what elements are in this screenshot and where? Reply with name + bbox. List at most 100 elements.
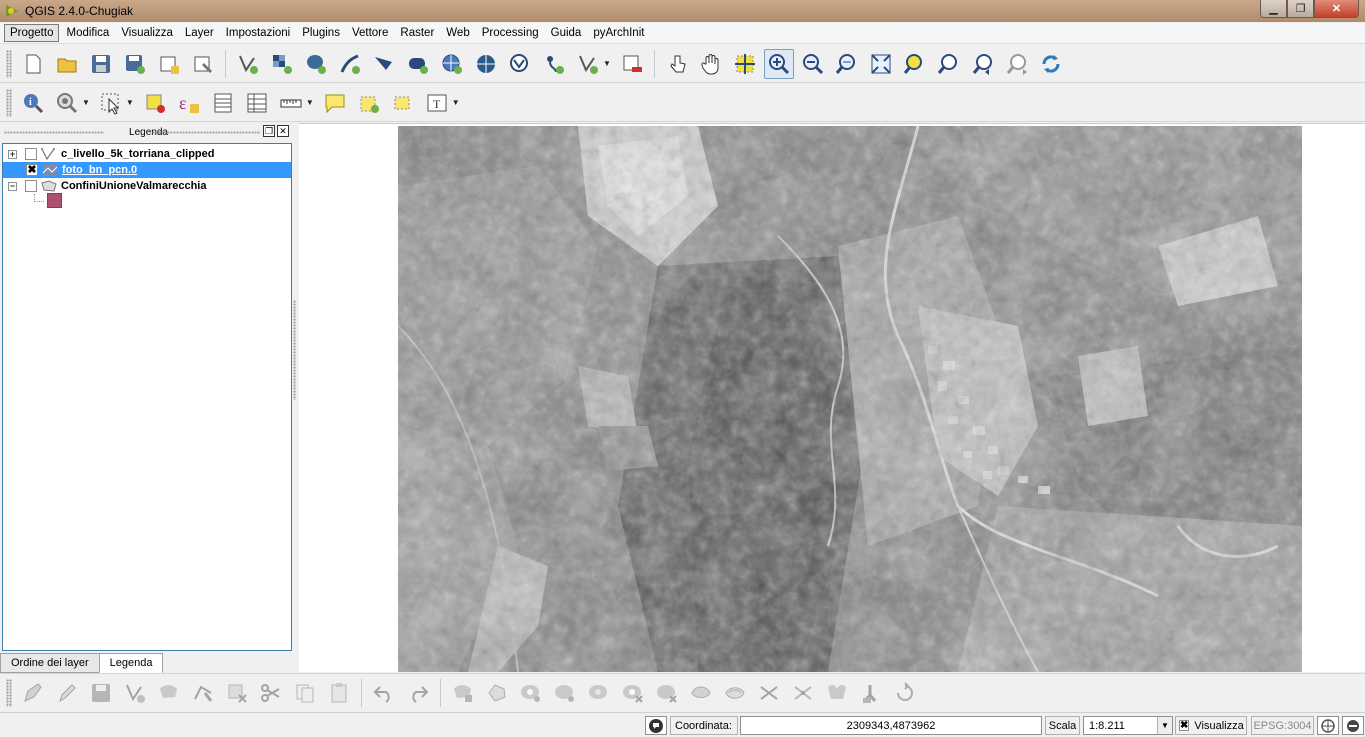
tab-legend[interactable]: Legenda xyxy=(98,653,164,673)
crs-status[interactable]: EPSG:3004 xyxy=(1251,716,1314,735)
render-toggle[interactable]: ✖ Visualizza xyxy=(1175,716,1247,735)
new-project-button[interactable] xyxy=(18,49,48,79)
messages-button[interactable] xyxy=(645,716,667,735)
zoom-native-button[interactable] xyxy=(832,49,862,79)
paste-features-button[interactable] xyxy=(324,678,354,708)
add-mssql-layer-button[interactable] xyxy=(369,49,399,79)
scale-combobox[interactable]: 1:8.211 ▼ xyxy=(1083,716,1173,735)
layer-row[interactable]: − ConfiniUnioneValmarecchia xyxy=(3,178,291,194)
menu-raster[interactable]: Raster xyxy=(395,25,439,41)
merge-attributes-button[interactable] xyxy=(856,678,886,708)
add-ring-button[interactable] xyxy=(516,678,546,708)
text-annotation-button[interactable]: T xyxy=(422,88,452,118)
add-wcs-layer-button[interactable] xyxy=(471,49,501,79)
menu-web[interactable]: Web xyxy=(441,25,474,41)
chevron-down-icon[interactable]: ▼ xyxy=(603,59,611,68)
menu-plugins[interactable]: Plugins xyxy=(297,25,345,41)
tab-layer-order[interactable]: Ordine dei layer xyxy=(0,653,100,673)
delete-part-button[interactable] xyxy=(652,678,682,708)
delete-ring-button[interactable] xyxy=(618,678,648,708)
add-spatialite-layer-button[interactable] xyxy=(335,49,365,79)
rotate-point-button[interactable] xyxy=(448,678,478,708)
add-vector-layer-button[interactable] xyxy=(233,49,263,79)
attribute-table-button[interactable] xyxy=(208,88,238,118)
split-parts-button[interactable] xyxy=(788,678,818,708)
minimize-button[interactable]: ▁ xyxy=(1260,0,1287,18)
add-wms-layer-button[interactable] xyxy=(437,49,467,79)
panel-splitter[interactable] xyxy=(293,300,296,400)
fill-ring-button[interactable] xyxy=(584,678,614,708)
pan-button[interactable] xyxy=(696,49,726,79)
close-button[interactable]: ✕ xyxy=(1314,0,1359,18)
cut-features-button[interactable] xyxy=(256,678,286,708)
layer-visibility-checkbox[interactable] xyxy=(25,148,37,160)
collapse-toggle[interactable]: − xyxy=(8,181,17,191)
rotate-symbols-button[interactable] xyxy=(890,678,920,708)
menu-pyarchinit[interactable]: pyArchInit xyxy=(588,25,649,41)
toolbar-grip[interactable] xyxy=(6,678,12,707)
menu-progetto[interactable]: Progetto xyxy=(4,24,60,42)
save-edits-button[interactable] xyxy=(86,678,116,708)
chevron-down-icon[interactable]: ▼ xyxy=(82,98,90,107)
zoom-to-layer-button[interactable] xyxy=(934,49,964,79)
node-tool-button[interactable] xyxy=(188,678,218,708)
menu-modifica[interactable]: Modifica xyxy=(61,25,114,41)
layer-visibility-checkbox[interactable] xyxy=(25,180,37,192)
deselect-button[interactable] xyxy=(140,88,170,118)
touch-zoom-button[interactable] xyxy=(662,49,692,79)
measure-button[interactable] xyxy=(276,88,306,118)
add-postgis-layer-button[interactable] xyxy=(301,49,331,79)
open-project-button[interactable] xyxy=(52,49,82,79)
new-bookmark-button[interactable] xyxy=(354,88,384,118)
coordinate-field[interactable]: 2309343,4873962 xyxy=(740,716,1042,735)
identify-button[interactable]: i xyxy=(18,88,48,118)
pan-to-selection-button[interactable] xyxy=(730,49,760,79)
chevron-down-icon[interactable]: ▼ xyxy=(1157,717,1172,734)
layer-row[interactable]: + c_livello_5k_torriana_clipped xyxy=(3,146,291,162)
current-edits-button[interactable] xyxy=(18,678,48,708)
composer-manager-button[interactable] xyxy=(188,49,218,79)
crs-button[interactable] xyxy=(1317,716,1339,735)
new-shapefile-button[interactable] xyxy=(573,49,603,79)
simplify-button[interactable] xyxy=(482,678,512,708)
select-button[interactable] xyxy=(96,88,126,118)
offset-curve-button[interactable] xyxy=(720,678,750,708)
action-button[interactable] xyxy=(52,88,82,118)
polygon-symbol[interactable] xyxy=(47,193,62,208)
menu-layer[interactable]: Layer xyxy=(180,25,219,41)
expand-toggle[interactable]: + xyxy=(8,149,17,159)
field-calculator-button[interactable]: ε xyxy=(174,88,204,118)
chevron-down-icon[interactable]: ▼ xyxy=(452,98,460,107)
add-raster-layer-button[interactable] xyxy=(267,49,297,79)
menu-processing[interactable]: Processing xyxy=(477,25,544,41)
split-features-button[interactable] xyxy=(754,678,784,708)
save-as-button[interactable] xyxy=(120,49,150,79)
undock-button[interactable]: ❐ xyxy=(263,125,275,137)
add-delimited-text-button[interactable] xyxy=(539,49,569,79)
add-oracle-layer-button[interactable] xyxy=(403,49,433,79)
toggle-editing-button[interactable] xyxy=(52,678,82,708)
zoom-in-button[interactable] xyxy=(763,48,794,79)
remove-layer-button[interactable] xyxy=(617,49,647,79)
add-feature-button[interactable] xyxy=(120,678,150,708)
close-panel-button[interactable]: ✕ xyxy=(277,125,289,137)
map-canvas[interactable] xyxy=(299,123,1365,672)
render-checkbox[interactable]: ✖ xyxy=(1179,720,1190,731)
toolbar-grip[interactable] xyxy=(6,88,12,117)
layer-row-selected[interactable]: ✖ foto_bn_pcn.0 xyxy=(3,162,291,178)
zoom-full-button[interactable] xyxy=(866,49,896,79)
log-messages-button[interactable] xyxy=(1342,716,1364,735)
chevron-down-icon[interactable]: ▼ xyxy=(126,98,134,107)
merge-features-button[interactable] xyxy=(822,678,852,708)
menu-visualizza[interactable]: Visualizza xyxy=(116,25,178,41)
toolbar-grip[interactable] xyxy=(6,49,12,78)
maximize-button[interactable]: ❐ xyxy=(1287,0,1314,18)
zoom-next-button[interactable] xyxy=(1002,49,1032,79)
copy-features-button[interactable] xyxy=(290,678,320,708)
undo-button[interactable] xyxy=(369,678,399,708)
menu-vettore[interactable]: Vettore xyxy=(347,25,393,41)
show-bookmarks-button[interactable] xyxy=(388,88,418,118)
delete-selected-button[interactable] xyxy=(222,678,252,708)
map-tips-button[interactable] xyxy=(320,88,350,118)
menu-guida[interactable]: Guida xyxy=(546,25,587,41)
